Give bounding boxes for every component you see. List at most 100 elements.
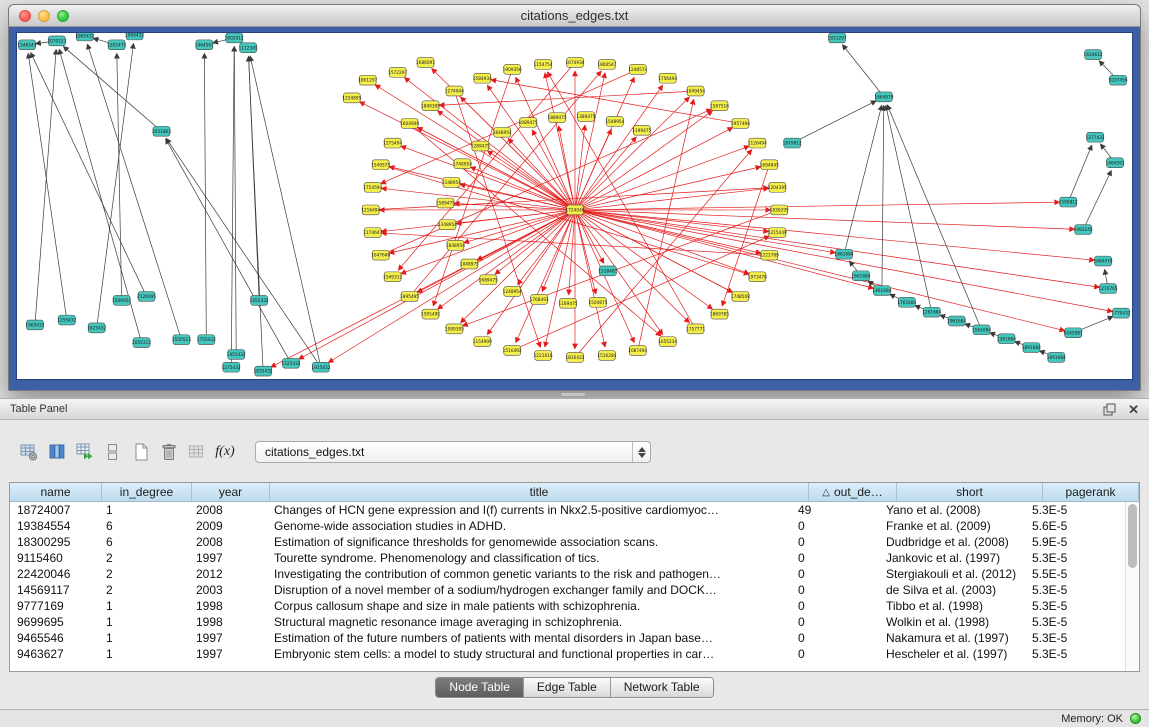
graph-node[interactable]: 1048975 (460, 259, 479, 269)
graph-node[interactable]: 1748508 (731, 292, 750, 302)
graph-node[interactable]: 1861684 (835, 249, 854, 259)
new-document-icon[interactable] (127, 439, 155, 465)
graph-node[interactable]: 1049454 (686, 86, 705, 96)
graph-node[interactable]: 1973478 (748, 272, 767, 282)
column-header-out_degree[interactable]: △out_de… (809, 483, 897, 501)
graph-node[interactable]: 1248574 (628, 64, 647, 74)
graph-node[interactable]: 1504875 (588, 297, 607, 307)
tab-edge-table[interactable]: Edge Table (523, 678, 610, 697)
graph-node[interactable]: 1589475 (436, 198, 455, 208)
graph-node[interactable]: 1655432 (250, 295, 269, 305)
zoom-window-button[interactable] (57, 10, 69, 22)
graph-node[interactable]: 1154754 (534, 60, 553, 70)
graph-node[interactable]: 1126494 (748, 138, 767, 148)
column-header-name[interactable]: name (10, 483, 102, 501)
graph-node[interactable]: 1849395 (421, 101, 440, 111)
graph-node[interactable]: 1270765 (1099, 284, 1118, 294)
graph-node[interactable]: 1587516 (710, 101, 729, 111)
graph-node[interactable]: 1956432 (125, 32, 144, 40)
graph-node[interactable]: 1216494 (361, 205, 380, 215)
graph-node[interactable]: 1604949 (400, 119, 419, 129)
graph-node[interactable]: 1664879 (874, 92, 893, 102)
panel-resize-handle[interactable] (560, 392, 586, 397)
graph-node[interactable]: 1595812 (1059, 197, 1078, 207)
graph-node[interactable]: 1518481 (598, 266, 617, 276)
show-columns-icon[interactable] (43, 439, 71, 465)
network-selector-dropdown[interactable]: citations_edges.txt (255, 441, 651, 463)
graph-node[interactable]: 1464591 (1106, 158, 1125, 168)
graph-node[interactable]: 1961684 (947, 316, 966, 326)
graph-node[interactable]: 1915432 (311, 362, 330, 372)
graph-node[interactable]: 1686091 (416, 58, 435, 68)
graph-node[interactable]: 1584934 (473, 73, 492, 83)
table-row[interactable]: 969969511998Structural magnetic resonanc… (10, 614, 1124, 630)
graph-node[interactable]: 1816423 (565, 352, 584, 362)
graph-node[interactable]: 1724046 (565, 205, 584, 215)
graph-node[interactable]: 1546543 (17, 40, 36, 50)
graph-node[interactable]: 1461684 (872, 286, 891, 296)
graph-node[interactable]: 1614612 (1084, 50, 1103, 60)
graph-node[interactable]: 1756494 (658, 73, 677, 83)
graph-node[interactable]: 2070123 (47, 36, 66, 46)
scrollbar-thumb[interactable] (1128, 504, 1137, 568)
graph-node[interactable]: 1277432 (1086, 132, 1105, 142)
graph-node[interactable]: 1550513 (172, 335, 191, 345)
graph-node[interactable]: 1761684 (897, 297, 916, 307)
graph-node[interactable]: 1655234 (658, 337, 677, 347)
graph-node[interactable]: 1274944 (445, 86, 464, 96)
column-header-title[interactable]: title (270, 483, 809, 501)
import-table-icon[interactable] (183, 439, 211, 465)
float-panel-icon[interactable] (1103, 403, 1116, 416)
graph-node[interactable]: 1835432 (254, 366, 273, 376)
graph-node[interactable]: 1848954 (446, 240, 465, 250)
column-header-in_degree[interactable]: in_degree (102, 483, 192, 501)
graph-node[interactable]: 1464567 (195, 40, 214, 50)
graph-node[interactable]: 1549312 (383, 272, 402, 282)
graph-node[interactable]: 1861297 (358, 75, 377, 85)
graph-node[interactable]: 1865432 (75, 32, 94, 41)
graph-node[interactable]: 1957494 (731, 119, 750, 129)
graph-node[interactable]: 1879812 (783, 138, 802, 148)
graph-node[interactable]: 1289475 (471, 141, 490, 151)
table-row[interactable]: 1872400712008Changes of HCN gene express… (10, 502, 1124, 518)
graph-node[interactable]: 9245087 (1064, 328, 1083, 338)
network-canvas[interactable]: 1724046183029512154491221789197347817485… (16, 32, 1133, 380)
graph-node[interactable]: 1455432 (227, 350, 246, 360)
graph-node[interactable]: 1215449 (768, 228, 787, 238)
graph-node[interactable]: 2126095 (137, 292, 156, 302)
graph-node[interactable]: 1248954 (503, 287, 522, 297)
graph-node[interactable]: 1389475 (576, 112, 595, 122)
graph-node[interactable]: 1647646 (371, 250, 390, 260)
table-row[interactable]: 2242004622012Investigating the contribut… (10, 566, 1124, 582)
graph-node[interactable]: 1691684 (1047, 352, 1066, 362)
graph-node[interactable]: 1561684 (972, 325, 991, 335)
graph-node[interactable]: 1087494 (628, 346, 647, 356)
row-selector-icon[interactable] (99, 439, 127, 465)
graph-node[interactable]: 1869785 (710, 309, 729, 319)
table-row[interactable]: 911546021997Tourette syndrome. Phenomeno… (10, 550, 1124, 566)
graph-node[interactable]: 1275494 (383, 138, 402, 148)
graph-node[interactable]: 1516284 (597, 350, 616, 360)
table-scrollbar[interactable] (1125, 502, 1139, 671)
graph-node[interactable]: 1506954 (112, 295, 131, 305)
graph-node[interactable]: 1221789 (760, 250, 779, 260)
graph-node[interactable]: 1755432 (197, 335, 216, 345)
graph-node[interactable]: 1768493 (530, 294, 549, 304)
graph-node[interactable]: 1831297 (828, 33, 847, 43)
function-builder-icon[interactable]: f(x) (211, 439, 239, 465)
graph-node[interactable]: 1694845 (760, 160, 779, 170)
graph-node[interactable]: 1224895 (342, 93, 361, 103)
graph-node[interactable]: 1148954 (442, 177, 461, 187)
graph-node[interactable]: 1189475 (558, 298, 577, 308)
graph-node[interactable]: 1661684 (851, 271, 870, 281)
table-row[interactable]: 1938455462009Genome-wide association stu… (10, 518, 1124, 534)
graph-node[interactable]: 1112345 (239, 43, 258, 53)
graph-node[interactable]: 9227456 (1109, 75, 1128, 85)
graph-node[interactable]: 1548954 (605, 117, 624, 127)
graph-node[interactable]: 1889475 (548, 113, 567, 123)
graph-node[interactable]: 1221616 (534, 350, 553, 360)
table-row[interactable]: 1456911722003Disruption of a novel membe… (10, 582, 1124, 598)
graph-node[interactable]: 1255432 (57, 315, 76, 325)
close-window-button[interactable] (19, 10, 31, 22)
graph-node[interactable]: 1202475 (107, 40, 126, 50)
